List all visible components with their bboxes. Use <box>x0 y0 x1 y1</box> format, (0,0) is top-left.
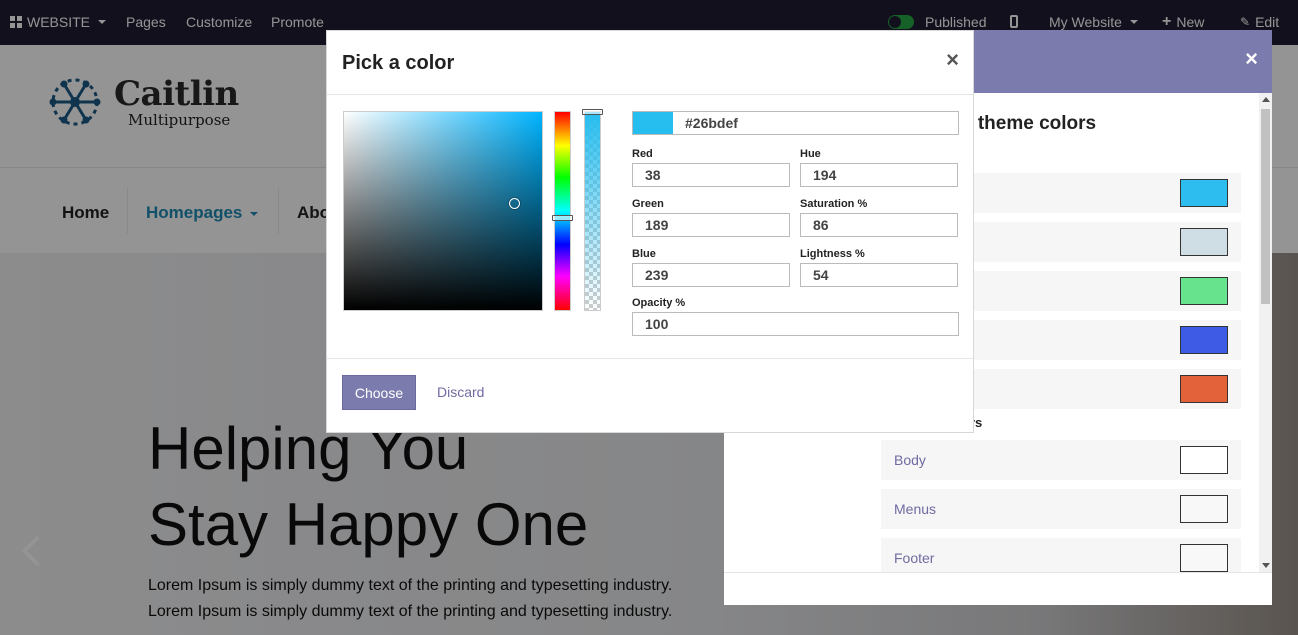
close-icon[interactable]: × <box>946 47 959 73</box>
blue-label: Blue <box>632 248 656 260</box>
saturation-input[interactable] <box>800 213 958 237</box>
theme-color-row-body[interactable]: Body <box>881 440 1241 480</box>
color-swatch[interactable] <box>1180 228 1228 256</box>
color-swatch[interactable] <box>1180 375 1228 403</box>
picker-footer: Choose Discard <box>327 358 973 433</box>
theme-dialog-scrollbar[interactable] <box>1259 93 1272 572</box>
color-swatch[interactable] <box>1180 544 1228 572</box>
opacity-slider[interactable] <box>582 109 603 311</box>
saturation-lightness-area[interactable] <box>343 111 543 311</box>
color-swatch[interactable] <box>1180 277 1228 305</box>
hex-color-field <box>632 111 959 135</box>
saturation-label: Saturation % <box>800 198 868 210</box>
saturation-handle[interactable] <box>509 198 520 209</box>
theme-row-label: Body <box>894 452 926 468</box>
pick-color-dialog: Pick a color × Red Hue Green Saturation … <box>326 30 974 433</box>
color-swatch[interactable] <box>1180 179 1228 207</box>
lightness-input[interactable] <box>800 263 958 287</box>
lightness-label: Lightness % <box>800 248 865 260</box>
theme-dialog-footer <box>724 572 1272 605</box>
theme-row-label: Menus <box>894 501 937 517</box>
color-preview <box>633 112 673 134</box>
color-swatch[interactable] <box>1180 495 1228 523</box>
scroll-down-icon[interactable] <box>1262 563 1270 568</box>
green-label: Green <box>632 198 664 210</box>
blue-input[interactable] <box>632 263 790 287</box>
green-input[interactable] <box>632 213 790 237</box>
scroll-thumb[interactable] <box>1261 109 1270 304</box>
theme-color-row-footer[interactable]: Footer <box>881 538 1241 572</box>
close-icon[interactable]: × <box>1245 46 1258 72</box>
hue-input[interactable] <box>800 163 958 187</box>
theme-colors-title: e theme colors <box>962 113 1097 134</box>
picker-header: Pick a color × <box>327 31 973 95</box>
color-swatch[interactable] <box>1180 326 1228 354</box>
theme-row-label: Footer <box>894 550 935 566</box>
red-label: Red <box>632 148 653 160</box>
hex-input[interactable] <box>673 112 958 134</box>
hue-slider[interactable] <box>552 111 573 311</box>
choose-button[interactable]: Choose <box>342 375 416 410</box>
red-input[interactable] <box>632 163 790 187</box>
scroll-up-icon[interactable] <box>1262 97 1270 102</box>
theme-color-row-menus[interactable]: Menus <box>881 489 1241 529</box>
opacity-slider-handle[interactable] <box>582 109 603 115</box>
hue-slider-handle[interactable] <box>552 215 573 221</box>
opacity-label: Opacity % <box>632 297 686 309</box>
opacity-input[interactable] <box>632 312 959 336</box>
color-swatch[interactable] <box>1180 446 1228 474</box>
hue-label: Hue <box>800 148 821 160</box>
discard-button[interactable]: Discard <box>437 384 484 400</box>
picker-title: Pick a color <box>342 52 455 74</box>
